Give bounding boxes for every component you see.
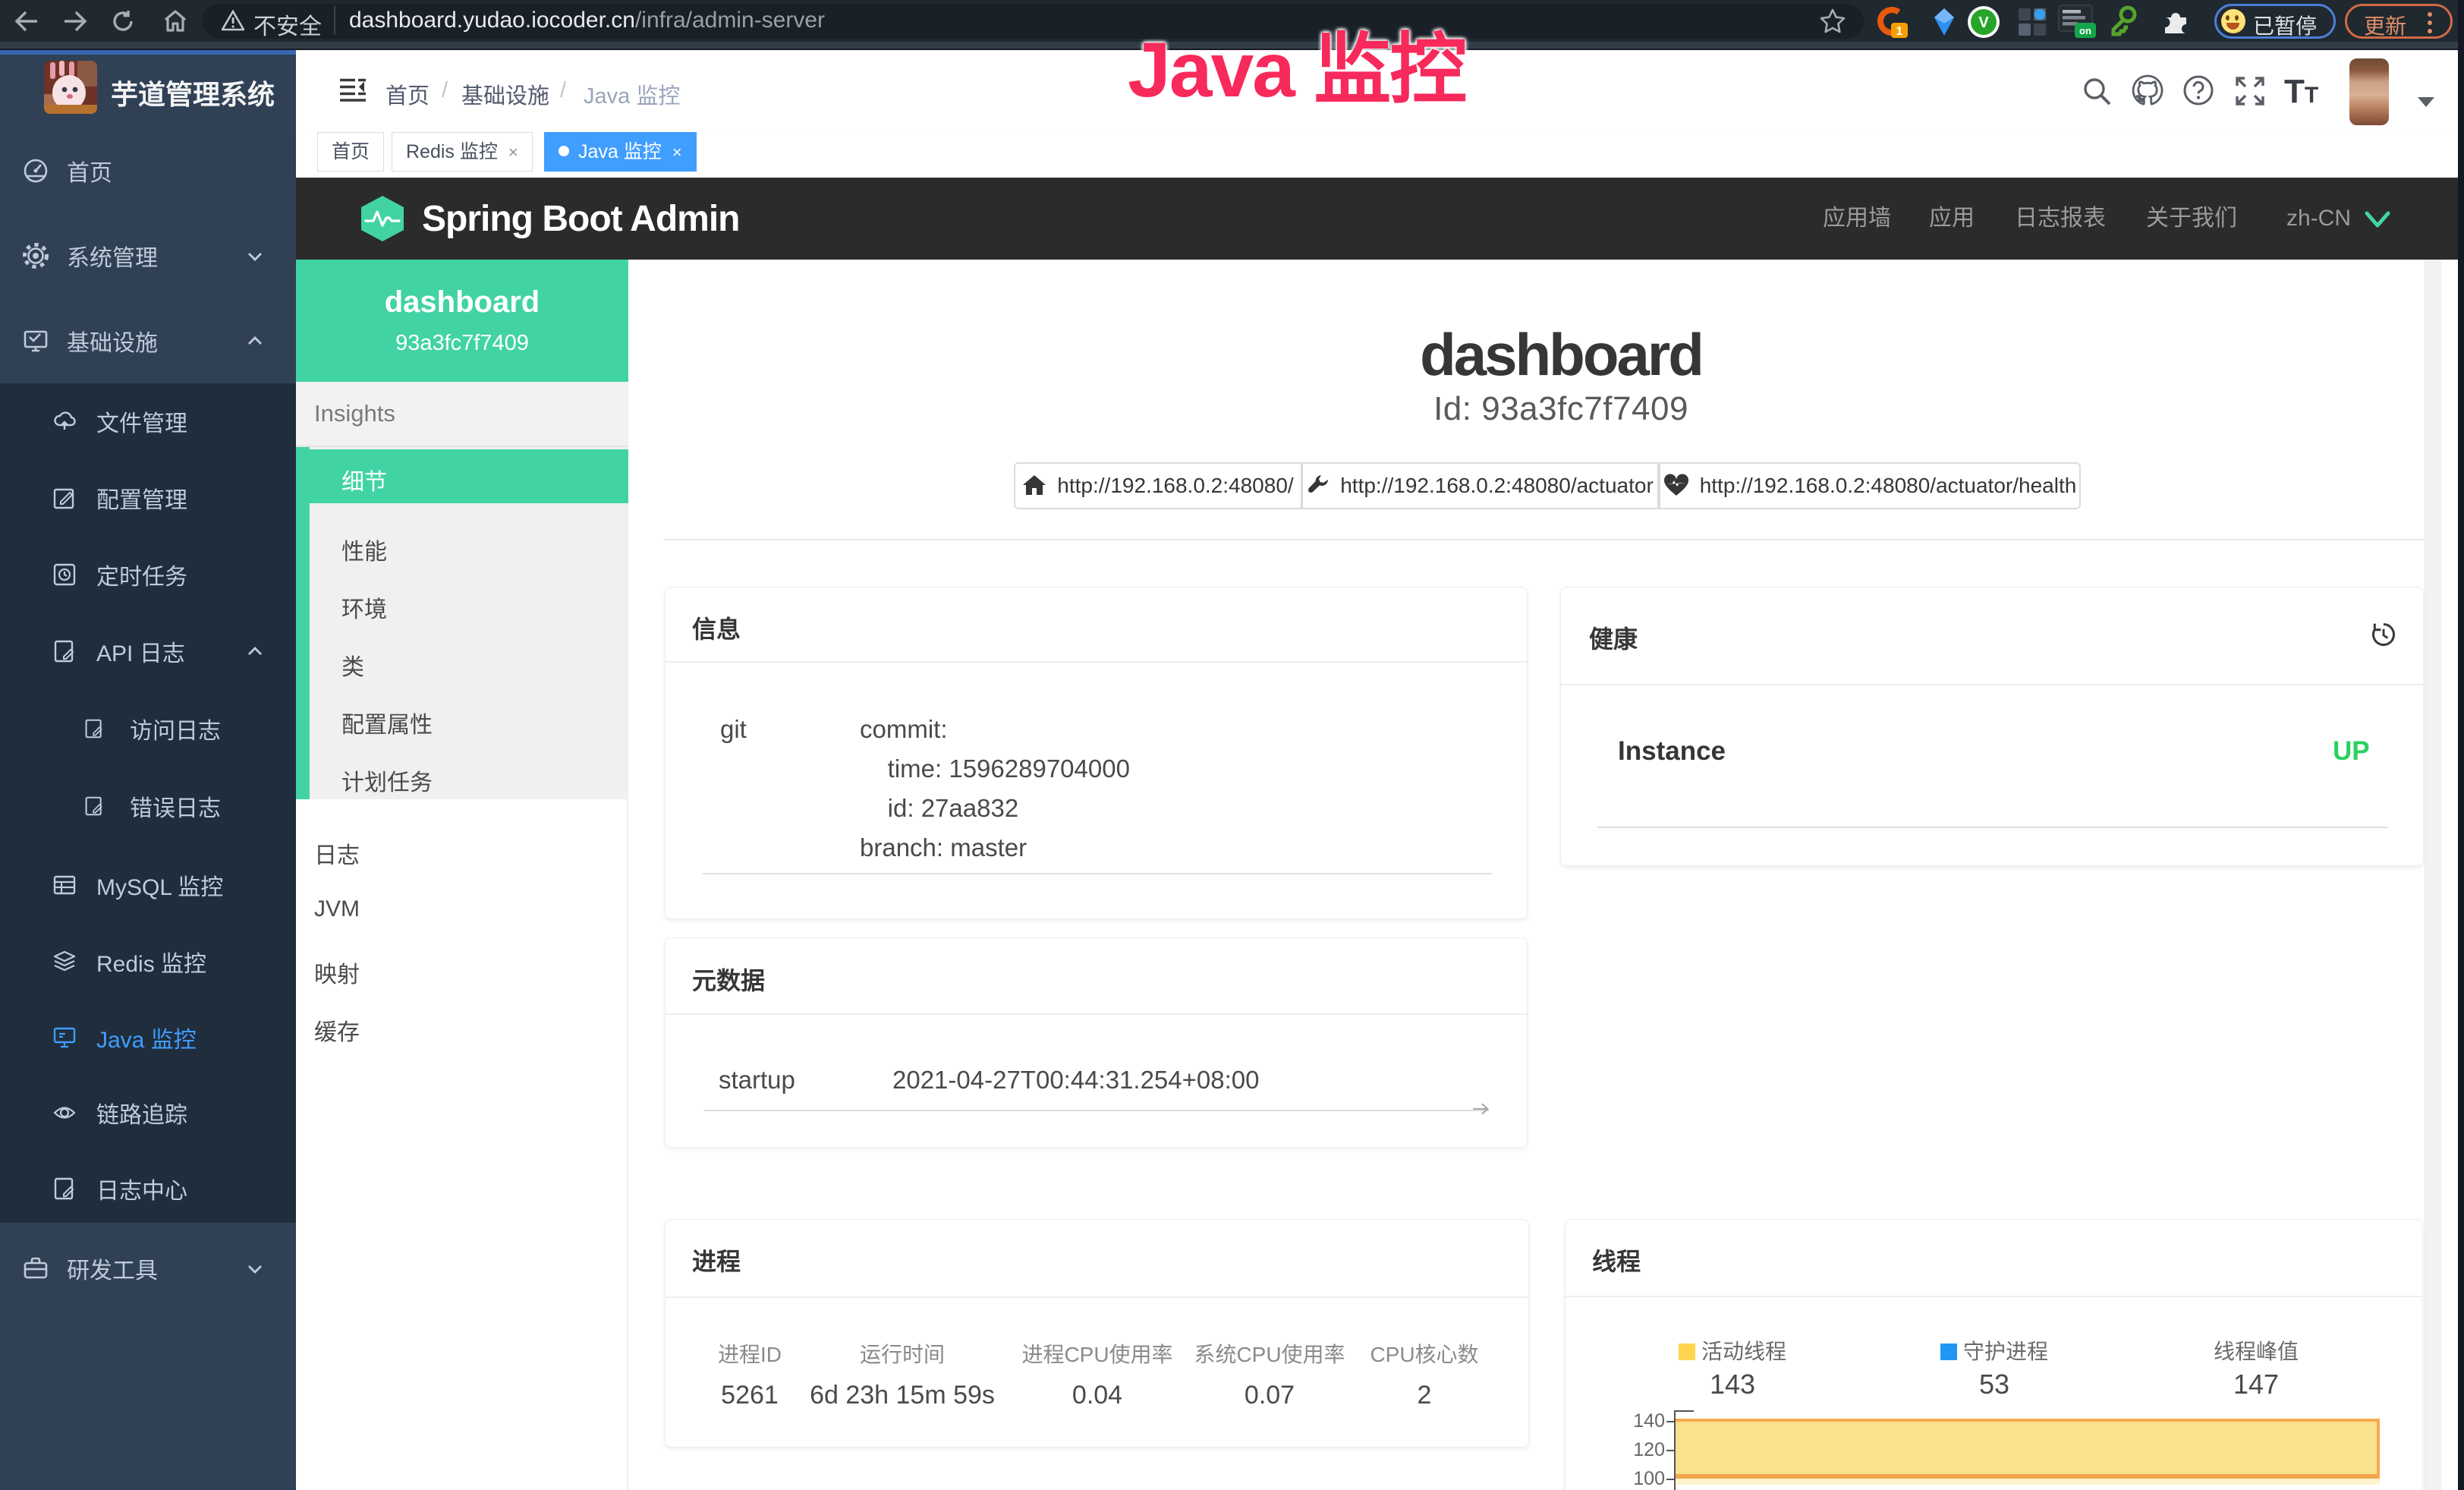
svg-text:1: 1 — [1896, 25, 1903, 38]
svg-text:V: V — [1978, 14, 1989, 31]
svg-text:on: on — [2079, 25, 2091, 36]
